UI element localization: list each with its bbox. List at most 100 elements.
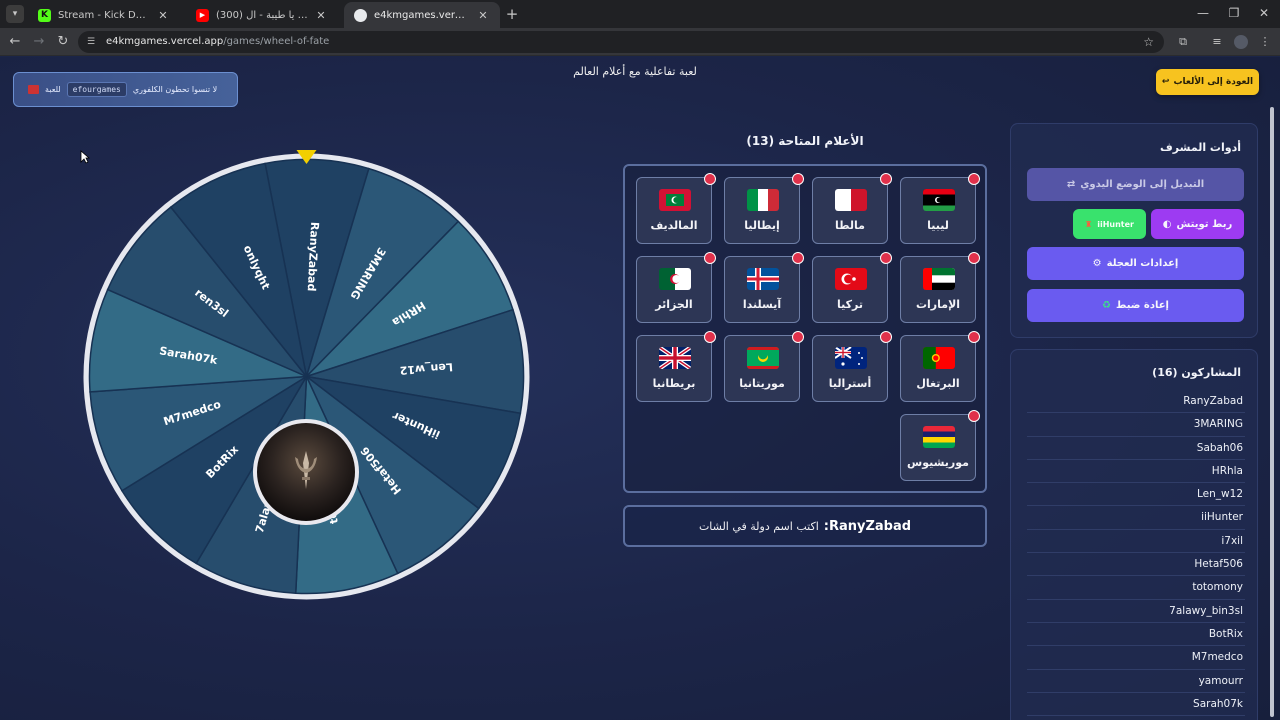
remove-flag-dot[interactable] [968,173,980,185]
media-controls-icon[interactable]: ≡ [1210,35,1224,49]
reload-icon[interactable]: ↻ [55,34,71,50]
notice-text: لا تنسوا تحطون الكلفوري [132,85,218,94]
back-to-games-button[interactable]: العودة إلى الألعاب ↩ [1156,69,1259,95]
address-bar[interactable]: ☰ e4kmgames.vercel.app/games/wheel-of-fa… [78,31,1164,53]
flag-name: الإمارات [915,298,961,311]
back-arrow-icon[interactable]: ← [7,34,23,50]
is-flag-icon [747,268,779,290]
switch-icon: ⇄ [1066,179,1076,190]
minimize-icon[interactable]: — [1195,6,1211,20]
manual-mode-label: التبديل إلى الوضع اليدوي [1080,179,1205,190]
close-tab-icon[interactable]: ✕ [314,9,328,22]
youtube-icon: ▶ [196,8,209,22]
remove-flag-dot[interactable] [704,252,716,264]
remove-flag-dot[interactable] [792,173,804,185]
mu-flag-icon [923,426,955,448]
twitch-icon: ◐ [1162,218,1172,230]
flag-card[interactable]: موريتانيا [724,331,804,402]
remove-flag-dot[interactable] [704,331,716,343]
page-subtitle: لعبة تفاعلية مع أعلام العالم [573,65,697,78]
participant-row: i7xil [1027,530,1245,554]
remove-flag-dot[interactable] [968,410,980,422]
flag-name: مالطا [835,219,865,232]
profile-avatar-icon[interactable] [1234,35,1248,49]
ly-flag-icon [923,189,955,211]
remove-flag-dot[interactable] [880,173,892,185]
ae-flag-icon [923,268,955,290]
menu-kebab-icon[interactable]: ⋮ [1258,35,1272,49]
au-flag-icon [835,347,867,369]
participant-row: M7medco [1027,646,1245,670]
reset-label: إعادة ضبط [1116,300,1169,311]
participants-title: المشاركون (16) [1152,366,1241,379]
flag-card[interactable]: ليبيا [900,173,980,244]
mt-flag-icon [835,189,867,211]
wheel-graphic[interactable]: RanyZabad 3MARINGHRhlaLen_w12iiHunterHeta… [80,150,533,603]
wheel-spin-hub[interactable] [253,419,359,525]
new-tab-icon[interactable]: + [504,5,520,23]
manual-mode-button[interactable]: التبديل إلى الوضع اليدوي ⇄ [1027,168,1244,201]
participant-row: Sarah07k [1027,693,1245,717]
participant-row: 7alawy_bin3sl [1027,600,1245,623]
flag-name: ليبيا [927,219,949,232]
remove-flag-dot[interactable] [968,252,980,264]
reset-button[interactable]: إعادة ضبط ♻ [1027,289,1244,322]
flag-card[interactable]: الإمارات [900,252,980,323]
mouse-pointer-icon [80,150,90,164]
participant-row: yamourr [1027,670,1245,693]
dz-flag-icon [659,268,691,290]
flag-card[interactable]: مالطا [812,173,892,244]
page-content: لا تنسوا تحطون الكلفوري efourgames للعبة… [0,57,1280,720]
extensions-icon[interactable]: ⧉ [1176,35,1190,49]
browser-tab-kick[interactable]: K Stream - Kick Dashboard ✕ [28,2,180,28]
flag-name: البرتغال [916,377,960,390]
browser-tab-wheel[interactable]: e4kmgames.vercel.app/games/ ✕ [344,2,500,28]
site-info-icon[interactable]: ☰ [87,37,95,47]
link-twitch-button[interactable]: ربط تويتش ◐ [1151,209,1244,239]
participant-row: Len_w12 [1027,483,1245,507]
remove-flag-dot[interactable] [792,331,804,343]
page-scrollbar[interactable] [1268,57,1276,720]
close-tab-icon[interactable]: ✕ [156,9,170,22]
flag-card[interactable]: إيطاليا [724,173,804,244]
flag-card[interactable]: أستراليا [812,331,892,402]
scrollbar-thumb[interactable] [1270,107,1274,717]
tab-title: Stream - Kick Dashboard [58,9,150,21]
forward-arrow-icon[interactable]: → [31,34,47,50]
participant-row: Hetaf506 [1027,553,1245,577]
turn-instruction: اكتب اسم دولة في الشات [698,519,819,533]
tab-title: e4kmgames.vercel.app/games/ [374,9,470,21]
flag-card[interactable]: بريطانيا [636,331,716,402]
participant-row: totomony [1027,576,1245,600]
remove-flag-dot[interactable] [880,331,892,343]
browser-tab-youtube[interactable]: ▶ (300) سيستون | يا طيبة - ال... ✕ [186,2,338,28]
close-window-icon[interactable]: ✕ [1256,6,1272,20]
remove-flag-dot[interactable] [704,173,716,185]
remove-flag-dot[interactable] [792,252,804,264]
gear-icon: ⚙ [1092,258,1102,269]
winner-hunter-button[interactable]: iiHunter ♜ [1073,209,1146,239]
flag-card[interactable]: الجزائر [636,252,716,323]
tab-search-icon[interactable]: ▾ [6,5,24,23]
flag-card[interactable]: البرتغال [900,331,980,402]
maximize-icon[interactable]: ❐ [1226,6,1242,20]
participant-row: BotRix [1027,623,1245,647]
wheel-of-fate[interactable]: RanyZabad 3MARING HRhla Len_w12 iiHunter Heta… [80,150,533,603]
remove-flag-dot[interactable] [880,252,892,264]
it-flag-icon [747,189,779,211]
back-label: العودة إلى الألعاب [1173,77,1254,87]
remove-flag-dot[interactable] [968,331,980,343]
admin-title: أدوات المشرف [1160,141,1241,154]
flag-card[interactable]: المالديف [636,173,716,244]
flag-card[interactable]: موريشيوس [900,410,980,481]
url-domain: e4kmgames.vercel.app [106,36,224,47]
url-path: /games/wheel-of-fate [223,36,330,47]
pt-flag-icon [923,347,955,369]
flag-name: إيطاليا [744,219,780,232]
bookmark-star-icon[interactable]: ☆ [1143,31,1154,53]
flag-name: تركيا [837,298,863,311]
close-tab-icon[interactable]: ✕ [476,9,490,22]
flag-card[interactable]: تركيا [812,252,892,323]
flag-card[interactable]: آيسلندا [724,252,804,323]
wheel-settings-button[interactable]: إعدادات العجلة ⚙ [1027,247,1244,280]
